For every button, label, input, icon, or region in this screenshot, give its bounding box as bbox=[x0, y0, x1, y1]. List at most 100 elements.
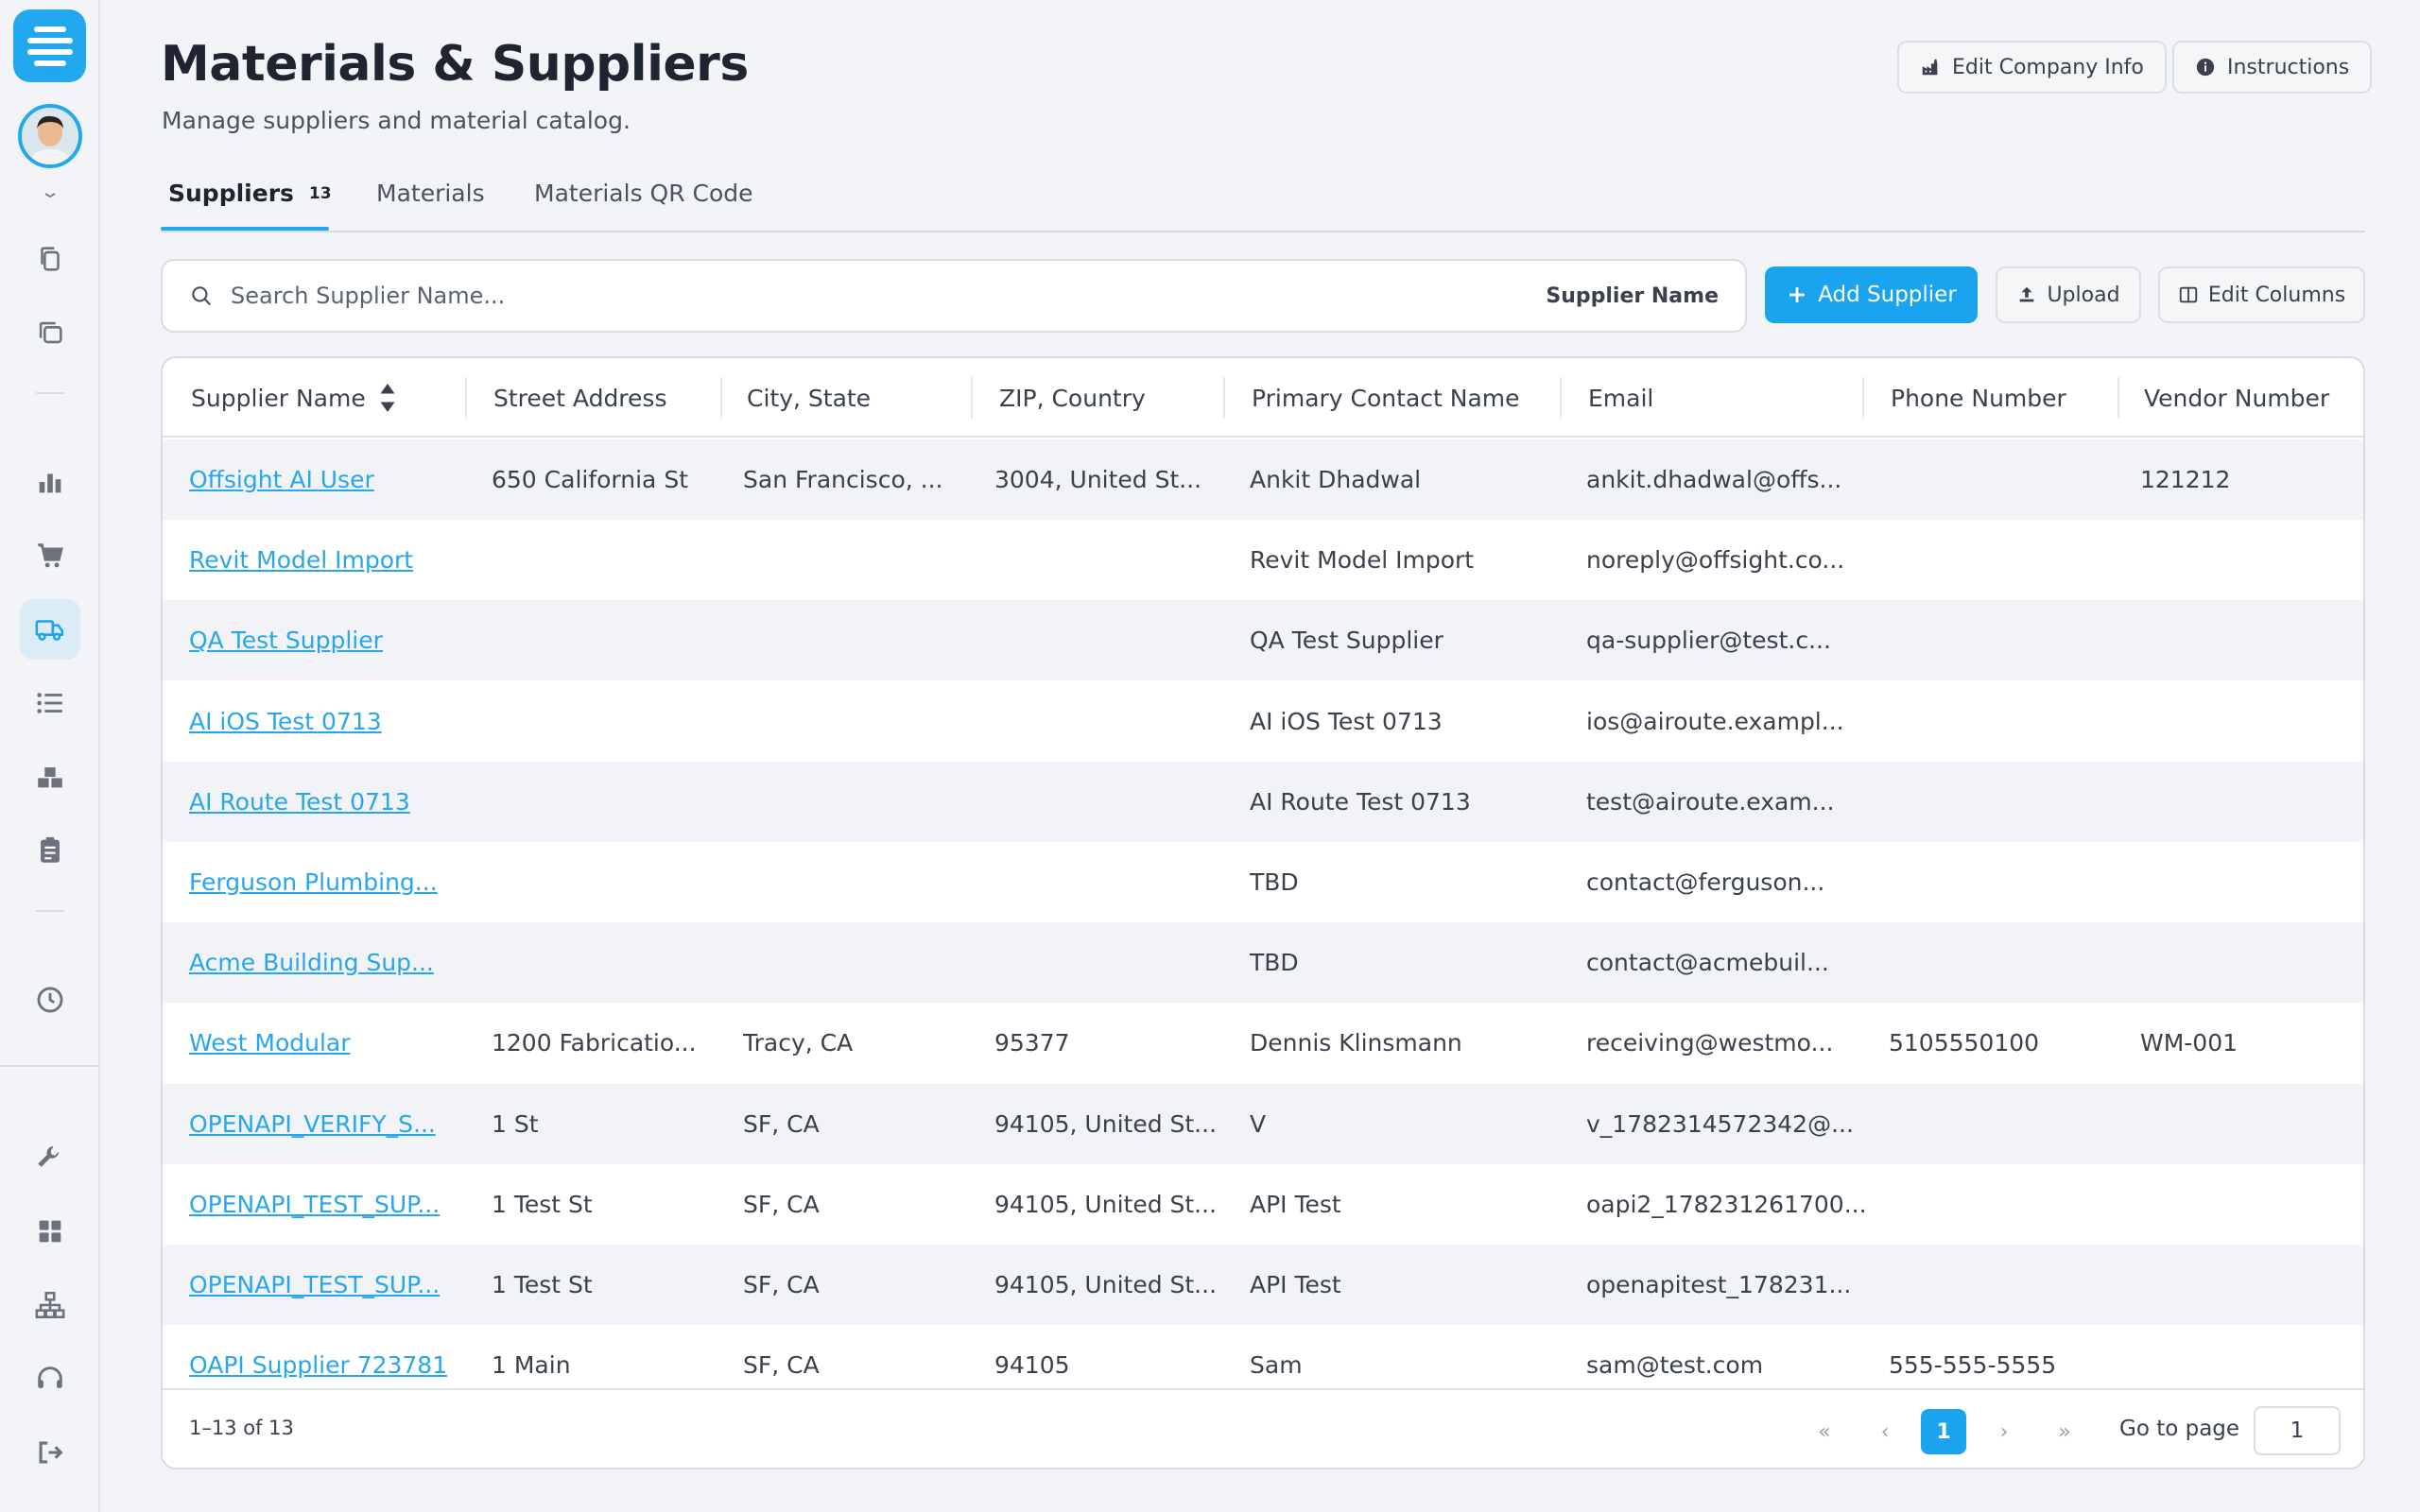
sidebar bbox=[0, 0, 100, 1512]
cell-primary-contact: Dennis Klinsmann bbox=[1250, 1029, 1462, 1057]
bar-chart-icon[interactable] bbox=[20, 452, 80, 512]
column-header-vendor-number[interactable]: Vendor Number bbox=[2144, 358, 2329, 438]
truck-icon[interactable] bbox=[20, 599, 80, 660]
table-row[interactable]: OAPI Supplier 723781 1 Main SF, CA 94105 Sam… bbox=[163, 1325, 2363, 1384]
table-row[interactable]: Offsight AI User 650 California St San Fra… bbox=[163, 439, 2363, 520]
cell-primary-contact: TBD bbox=[1250, 868, 1299, 896]
cell-supplier-name[interactable]: AI Route Test 0713 bbox=[189, 762, 473, 842]
cell-primary-contact: TBD bbox=[1250, 949, 1299, 977]
tab-suppliers[interactable]: Suppliers 13 bbox=[168, 180, 332, 231]
table-row[interactable]: QA Test Supplier QA Test Supplier qa-suppl… bbox=[163, 600, 2363, 681]
cell-zip-country: 94105, United St... bbox=[994, 1109, 1218, 1138]
previous-page-button[interactable]: ‹ bbox=[1862, 1409, 1908, 1454]
last-page-button[interactable]: » bbox=[2042, 1409, 2087, 1454]
column-header-label: Supplier Name bbox=[191, 384, 366, 412]
cell-supplier-name[interactable]: OPENAPI_VERIFY_S... bbox=[189, 1084, 473, 1164]
cell-supplier-name[interactable]: OAPI Supplier 723781 bbox=[189, 1325, 473, 1384]
column-divider bbox=[971, 377, 973, 419]
cell-email: qa-supplier@test.c... bbox=[1586, 627, 1831, 655]
edit-columns-label: Edit Columns bbox=[2207, 283, 2346, 307]
clock-icon[interactable] bbox=[20, 970, 80, 1030]
table-header: Supplier Name Street Address City, State… bbox=[163, 358, 2363, 438]
cell-zip-country bbox=[994, 600, 1221, 680]
cell-supplier-name[interactable]: West Modular bbox=[189, 1003, 473, 1083]
cell-email: oapi2_178231261700... bbox=[1586, 1190, 1867, 1218]
add-supplier-button[interactable]: Add Supplier bbox=[1765, 266, 1978, 323]
edit-columns-button[interactable]: Edit Columns bbox=[2158, 266, 2365, 323]
cell-phone-number bbox=[1889, 842, 2125, 922]
grid-icon[interactable] bbox=[20, 1201, 80, 1262]
table-row[interactable]: OPENAPI_TEST_SUP... 1 Test St SF, CA 94105,… bbox=[163, 1245, 2363, 1325]
sort-icon[interactable] bbox=[379, 381, 396, 415]
sitemap-icon[interactable] bbox=[20, 1275, 80, 1335]
page-button-current[interactable]: 1 bbox=[1921, 1409, 1966, 1454]
plus-icon bbox=[1789, 287, 1806, 302]
table-row[interactable]: Acme Building Sup... TBD contact@acmebuil.… bbox=[163, 922, 2363, 1004]
cell-city-state: SF, CA bbox=[743, 1109, 820, 1138]
next-page-button[interactable]: › bbox=[1981, 1409, 2027, 1454]
clipboard-icon[interactable] bbox=[20, 820, 80, 881]
column-header-street-address[interactable]: Street Address bbox=[493, 358, 666, 438]
column-header-city-state[interactable]: City, State bbox=[747, 358, 871, 438]
search-scope-selector[interactable]: Supplier Name bbox=[1546, 284, 1719, 308]
table-row[interactable]: AI iOS Test 0713 AI iOS Test 0713 ios@airo… bbox=[163, 680, 2363, 762]
cell-phone-number bbox=[1889, 600, 2125, 680]
avatar[interactable] bbox=[18, 104, 82, 168]
cell-street-address: 1 St bbox=[492, 1109, 539, 1138]
list-icon[interactable] bbox=[20, 673, 80, 733]
column-header-supplier-name[interactable]: Supplier Name bbox=[191, 358, 396, 438]
table-row[interactable]: Ferguson Plumbing... TBD contact@ferguson.… bbox=[163, 842, 2363, 922]
search-icon bbox=[192, 286, 211, 305]
cell-street-address bbox=[492, 842, 728, 922]
first-page-button[interactable]: « bbox=[1802, 1409, 1847, 1454]
logout-icon[interactable] bbox=[20, 1422, 80, 1483]
cell-street-address: 1 Test St bbox=[492, 1190, 593, 1218]
column-divider bbox=[1862, 377, 1864, 419]
cell-vendor-number bbox=[2140, 681, 2348, 762]
cell-primary-contact: Sam bbox=[1250, 1351, 1303, 1380]
go-to-page-input[interactable]: 1 bbox=[2254, 1406, 2341, 1455]
cell-zip-country bbox=[994, 922, 1221, 1003]
instructions-button[interactable]: Instructions bbox=[2172, 41, 2373, 94]
cell-zip-country: 3004, United St... bbox=[994, 466, 1202, 493]
upload-button[interactable]: Upload bbox=[1996, 266, 2141, 323]
sidebar-divider bbox=[36, 910, 64, 912]
table-row[interactable]: AI Route Test 0713 AI Route Test 0713 test… bbox=[163, 761, 2363, 842]
copy-alt-icon[interactable] bbox=[20, 302, 80, 363]
cell-supplier-name[interactable]: OPENAPI_TEST_SUP... bbox=[189, 1245, 473, 1325]
cell-primary-contact: API Test bbox=[1250, 1271, 1341, 1298]
column-header-phone-number[interactable]: Phone Number bbox=[1891, 358, 2066, 438]
column-header-primary-contact[interactable]: Primary Contact Name bbox=[1252, 358, 1520, 438]
headset-icon[interactable] bbox=[20, 1349, 80, 1409]
cell-supplier-name[interactable]: Acme Building Sup... bbox=[189, 922, 473, 1003]
go-to-page-label: Go to page bbox=[2119, 1417, 2240, 1441]
cell-city-state bbox=[743, 600, 970, 680]
wrench-icon[interactable] bbox=[20, 1127, 80, 1188]
cell-street-address: 1 Test St bbox=[492, 1271, 593, 1298]
cell-vendor-number bbox=[2140, 922, 2348, 1003]
table-row[interactable]: OPENAPI_TEST_SUP... 1 Test St SF, CA 94105,… bbox=[163, 1163, 2363, 1245]
copy-icon[interactable] bbox=[20, 229, 80, 289]
cell-vendor-number bbox=[2140, 1164, 2348, 1245]
tab-materials[interactable]: Materials bbox=[376, 180, 485, 231]
factory-icon bbox=[1922, 59, 1938, 76]
edit-company-info-button[interactable]: Edit Company Info bbox=[1897, 41, 2167, 94]
column-header-email[interactable]: Email bbox=[1588, 358, 1653, 438]
cell-supplier-name[interactable]: QA Test Supplier bbox=[189, 600, 473, 680]
cell-supplier-name[interactable]: Ferguson Plumbing... bbox=[189, 842, 473, 922]
tab-materials-qr-code[interactable]: Materials QR Code bbox=[534, 180, 753, 231]
cell-supplier-name[interactable]: Offsight AI User bbox=[189, 439, 473, 520]
column-header-zip-country[interactable]: ZIP, Country bbox=[999, 358, 1146, 438]
search-input[interactable] bbox=[231, 283, 1547, 309]
boxes-icon[interactable] bbox=[20, 747, 80, 807]
cell-supplier-name[interactable]: AI iOS Test 0713 bbox=[189, 681, 473, 762]
cell-supplier-name[interactable]: OPENAPI_TEST_SUP... bbox=[189, 1164, 473, 1245]
cell-supplier-name[interactable]: Revit Model Import bbox=[189, 520, 473, 600]
app-logo[interactable] bbox=[13, 9, 86, 82]
table-row[interactable]: OPENAPI_VERIFY_S... 1 St SF, CA 94105, Unit… bbox=[163, 1083, 2363, 1164]
search-bar: Supplier Name bbox=[161, 259, 1747, 333]
table-row[interactable]: Revit Model Import Revit Model Import nore… bbox=[163, 520, 2363, 601]
chevrons-down-icon[interactable] bbox=[20, 178, 80, 215]
cart-icon[interactable] bbox=[20, 525, 80, 586]
table-row[interactable]: West Modular 1200 Fabricatio... Tracy, CA 9… bbox=[163, 1003, 2363, 1084]
